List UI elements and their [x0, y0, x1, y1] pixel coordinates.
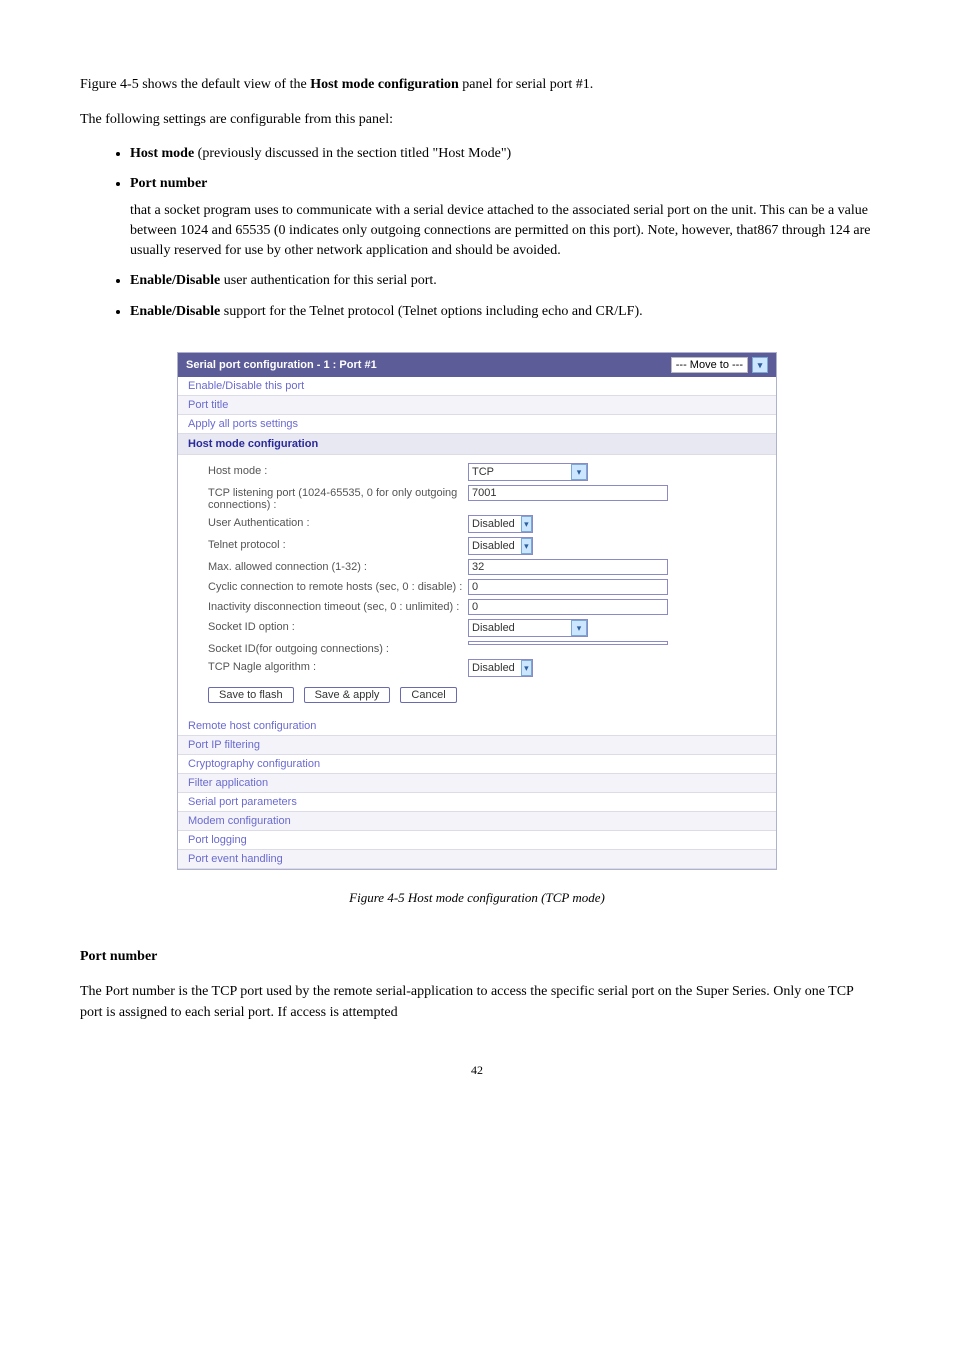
nav-row[interactable]: Filter application — [178, 774, 776, 793]
chevron-down-icon[interactable]: ▾ — [521, 538, 532, 554]
page-number: 42 — [80, 1063, 874, 1078]
inactivity-input[interactable]: 0 — [468, 599, 668, 615]
post-heading: Port number — [80, 946, 874, 967]
tcp-port-input[interactable]: 7001 — [468, 485, 668, 501]
nav-row[interactable]: Apply all ports settings — [178, 415, 776, 434]
field-label: TCP Nagle algorithm : — [208, 659, 468, 673]
nav-row[interactable]: Serial port parameters — [178, 793, 776, 812]
nav-row[interactable]: Enable/Disable this port — [178, 377, 776, 396]
feature-item: Enable/Disable support for the Telnet pr… — [130, 302, 874, 322]
cancel-button[interactable]: Cancel — [400, 687, 456, 703]
intro-line: Figure 4-5 shows the default view of the… — [80, 74, 874, 95]
nav-row[interactable]: Port logging — [178, 831, 776, 850]
panel-title: Serial port configuration - 1 : Port #1 — [186, 359, 377, 371]
max-conn-input[interactable]: 32 — [468, 559, 668, 575]
socket-id-select[interactable]: Disabled ▾ — [468, 619, 588, 637]
nav-row[interactable]: Modem configuration — [178, 812, 776, 831]
chevron-down-icon[interactable]: ▾ — [571, 620, 587, 636]
save-apply-button[interactable]: Save & apply — [304, 687, 391, 703]
field-label: Host mode : — [208, 463, 468, 477]
telnet-select[interactable]: Disabled ▾ — [468, 537, 533, 555]
user-auth-select[interactable]: Disabled ▾ — [468, 515, 533, 533]
field-label: Max. allowed connection (1-32) : — [208, 559, 468, 573]
nav-row[interactable]: Remote host configuration — [178, 717, 776, 736]
socket-id-input[interactable] — [468, 641, 668, 645]
section-heading: Host mode configuration — [178, 434, 776, 455]
chevron-down-icon[interactable]: ▾ — [752, 357, 768, 373]
panel-header: Serial port configuration - 1 : Port #1 … — [178, 353, 776, 377]
field-label: Socket ID option : — [208, 619, 468, 633]
feature-item: Host mode (previously discussed in the s… — [130, 144, 874, 164]
field-label: Cyclic connection to remote hosts (sec, … — [208, 579, 468, 593]
field-label: Inactivity disconnection timeout (sec, 0… — [208, 599, 468, 613]
move-to-select[interactable]: --- Move to --- — [671, 357, 748, 373]
nav-row[interactable]: Port IP filtering — [178, 736, 776, 755]
cyclic-conn-input[interactable]: 0 — [468, 579, 668, 595]
field-label: TCP listening port (1024-65535, 0 for on… — [208, 485, 468, 511]
chevron-down-icon[interactable]: ▾ — [571, 464, 587, 480]
nagle-select[interactable]: Disabled ▾ — [468, 659, 533, 677]
config-screenshot: Serial port configuration - 1 : Port #1 … — [177, 352, 777, 870]
field-label: User Authentication : — [208, 515, 468, 529]
feature-item: Enable/Disable user authentication for t… — [130, 271, 874, 291]
nav-row[interactable]: Port event handling — [178, 850, 776, 869]
figure-caption: Figure 4-5 Host mode configuration (TCP … — [80, 890, 874, 906]
host-mode-select[interactable]: TCP ▾ — [468, 463, 588, 481]
nav-row[interactable]: Port title — [178, 396, 776, 415]
chevron-down-icon[interactable]: ▾ — [521, 660, 532, 676]
feature-list: Host mode (previously discussed in the s… — [130, 144, 874, 322]
nav-row[interactable]: Cryptography configuration — [178, 755, 776, 774]
feature-item: Port number that a socket program uses t… — [130, 174, 874, 261]
post-paragraph: The Port number is the TCP port used by … — [80, 981, 874, 1023]
field-label: Telnet protocol : — [208, 537, 468, 551]
field-label: Socket ID(for outgoing connections) : — [208, 641, 468, 655]
features-heading: The following settings are configurable … — [80, 109, 874, 130]
chevron-down-icon[interactable]: ▾ — [521, 516, 532, 532]
save-to-flash-button[interactable]: Save to flash — [208, 687, 294, 703]
